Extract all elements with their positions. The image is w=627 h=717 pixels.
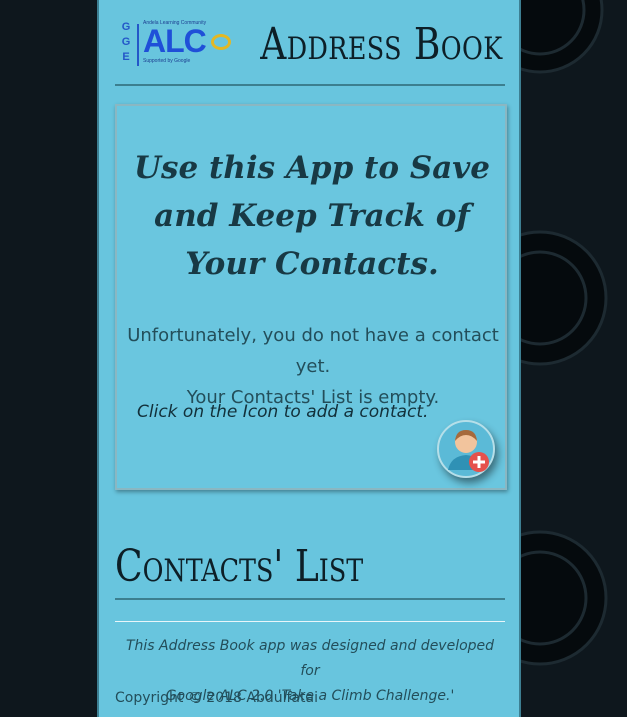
intro-card: Use this App to Save and Keep Track of Y… bbox=[115, 104, 507, 490]
footer-note-line-1: This Address Book app was designed and d… bbox=[125, 638, 495, 679]
alc-logo: G G E Andela Learning Community ALC Supp… bbox=[119, 18, 249, 70]
contacts-list-heading: Contacts' List bbox=[115, 541, 364, 592]
add-contact-icon bbox=[448, 430, 489, 472]
app-title: Address Book bbox=[260, 19, 503, 70]
logo-ring-icon bbox=[211, 34, 231, 50]
logo-supported-text: Supported by Google bbox=[143, 58, 191, 64]
logo-side-letters: G G E bbox=[121, 21, 131, 63]
empty-message: Unfortunately, you do not have a contact… bbox=[123, 320, 503, 413]
empty-message-line-1: Unfortunately, you do not have a contact… bbox=[127, 325, 499, 377]
add-contact-button[interactable] bbox=[437, 420, 495, 478]
app-container: G G E Andela Learning Community ALC Supp… bbox=[97, 0, 521, 717]
add-contact-hint: Click on the Icon to add a contact. bbox=[137, 402, 429, 422]
copyright: Copyright © 2018 Abdulfatai bbox=[115, 690, 318, 706]
logo-wordmark: ALC bbox=[143, 23, 207, 59]
intro-title: Use this App to Save and Keep Track of Y… bbox=[133, 150, 491, 282]
header: G G E Andela Learning Community ALC Supp… bbox=[115, 0, 505, 86]
logo-divider bbox=[137, 24, 139, 66]
contacts-list-section: Contacts' List bbox=[115, 534, 505, 600]
footer-divider bbox=[115, 621, 505, 622]
